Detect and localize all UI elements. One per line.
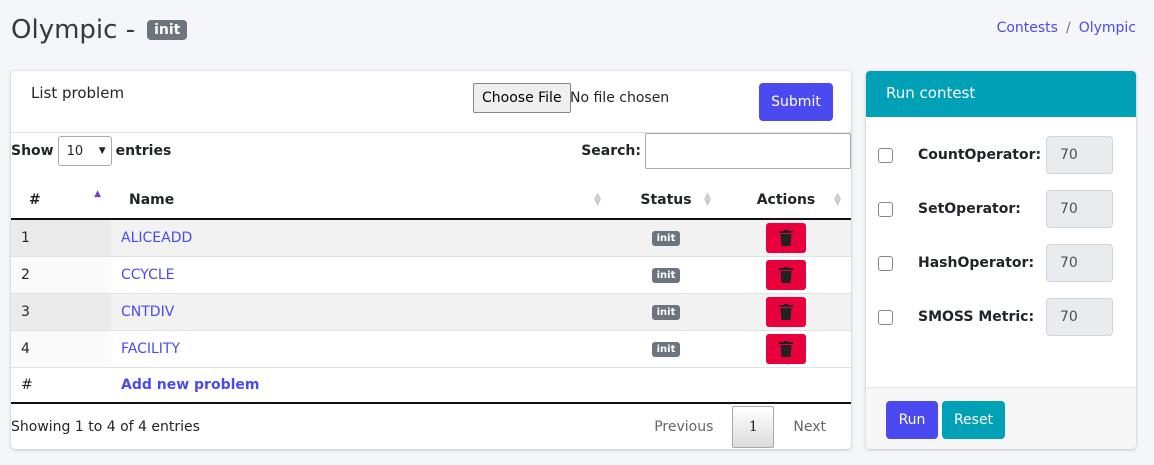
row-num: 1	[11, 219, 111, 257]
run-contest-title: Run contest	[866, 71, 1136, 117]
next-button[interactable]: Next	[774, 406, 845, 448]
entries-length-control: Show 10 ▼ entries	[11, 136, 171, 166]
problem-link[interactable]: CCYCLE	[121, 267, 175, 283]
breadcrumb: Contests / Olympic	[997, 20, 1136, 36]
entries-select-value: 10	[66, 143, 84, 159]
trash-icon	[779, 303, 793, 320]
breadcrumb-separator: /	[1065, 20, 1071, 36]
col-header-actions-label: Actions	[756, 191, 816, 208]
hash-operator-value[interactable]: 70	[1046, 244, 1113, 282]
set-operator-value[interactable]: 70	[1046, 190, 1113, 228]
list-problem-card: List problem Choose File No file chosen …	[11, 71, 851, 449]
col-header-num[interactable]: # ▲	[11, 181, 111, 220]
problem-link[interactable]: FACILITY	[121, 341, 180, 357]
col-header-name[interactable]: Name ▲ ▼	[111, 181, 611, 220]
list-card-title: List problem	[31, 84, 125, 102]
set-operator-label: SetOperator:	[918, 201, 1021, 217]
row-num: 3	[11, 293, 111, 331]
delete-button[interactable]	[766, 296, 806, 327]
count-operator-checkbox[interactable]	[878, 147, 893, 163]
run-option-hash-operator: HashOperator: 70	[878, 244, 1128, 282]
delete-button[interactable]	[766, 259, 806, 290]
count-operator-value[interactable]: 70	[1046, 136, 1113, 174]
hash-operator-checkbox[interactable]	[878, 255, 893, 271]
pagination: Previous 1 Next	[635, 406, 845, 448]
table-row: 1 ALICEADD init	[11, 219, 851, 257]
caret-down-icon: ▼	[98, 146, 106, 156]
sort-both-icon: ▲ ▼	[834, 191, 841, 208]
run-option-smoss-metric: SMOSS Metric: 70	[878, 298, 1128, 336]
col-header-name-label: Name	[129, 191, 175, 208]
col-header-status-label: Status	[640, 191, 692, 208]
table-row: 2 CCYCLE init	[11, 256, 851, 294]
set-operator-checkbox[interactable]	[878, 201, 893, 217]
page-title: Olympic - init	[11, 15, 188, 45]
col-header-actions[interactable]: Actions ▲ ▼	[721, 181, 851, 220]
table-row: 3 CNTDIV init	[11, 293, 851, 331]
run-button[interactable]: Run	[886, 401, 938, 439]
showing-info: Showing 1 to 4 of 4 entries	[11, 419, 200, 435]
search-input[interactable]	[645, 133, 851, 169]
trash-icon	[779, 340, 793, 357]
submit-button[interactable]: Submit	[759, 83, 833, 121]
breadcrumb-contests[interactable]: Contests	[997, 20, 1058, 36]
page-title-text: Olympic -	[11, 15, 136, 45]
trash-icon	[779, 229, 793, 246]
run-contest-card: Run contest CountOperator: 70 SetOperato…	[866, 71, 1136, 449]
smoss-metric-label: SMOSS Metric:	[918, 309, 1035, 325]
run-contest-footer: Run Reset	[866, 387, 1136, 449]
page-1-button[interactable]: 1	[732, 406, 775, 448]
col-header-status[interactable]: Status ▲ ▼	[611, 181, 721, 220]
sort-asc-icon: ▲	[94, 189, 101, 199]
sort-both-icon: ▲ ▼	[594, 191, 601, 208]
sort-both-icon: ▲ ▼	[704, 191, 711, 208]
previous-button[interactable]: Previous	[635, 406, 732, 448]
entries-label: entries	[115, 143, 172, 159]
row-num: 4	[11, 330, 111, 368]
status-badge: init	[651, 231, 681, 247]
problem-table: # ▲ Name ▲ ▼ Status ▲ ▼ Actions ▲ ▼ 1 AL…	[11, 181, 851, 404]
status-badge: init	[147, 20, 188, 40]
run-option-count-operator: CountOperator: 70	[878, 136, 1128, 174]
status-badge: init	[651, 305, 681, 320]
add-new-problem-link[interactable]: Add new problem	[121, 377, 259, 393]
problem-link[interactable]: ALICEADD	[121, 230, 192, 246]
search-label: Search:	[581, 143, 641, 159]
delete-button[interactable]	[766, 333, 806, 364]
breadcrumb-olympic[interactable]: Olympic	[1079, 20, 1136, 36]
list-card-header: List problem Choose File No file chosen …	[11, 71, 851, 133]
delete-button[interactable]	[766, 222, 806, 253]
choose-file-button[interactable]: Choose File	[473, 83, 571, 113]
entries-select[interactable]: 10 ▼	[57, 136, 112, 166]
run-option-set-operator: SetOperator: 70	[878, 190, 1128, 228]
status-badge: init	[651, 342, 681, 357]
search-control: Search:	[581, 133, 851, 169]
count-operator-label: CountOperator:	[918, 147, 1042, 163]
row-num: 2	[11, 256, 111, 294]
add-problem-row: # Add new problem	[11, 367, 851, 404]
problem-link[interactable]: CNTDIV	[121, 304, 174, 320]
table-row: 4 FACILITY init	[11, 330, 851, 368]
add-row-num: #	[11, 367, 111, 404]
smoss-metric-checkbox[interactable]	[878, 309, 893, 325]
reset-button[interactable]: Reset	[942, 401, 1005, 439]
table-header-row: # ▲ Name ▲ ▼ Status ▲ ▼ Actions ▲ ▼	[11, 181, 851, 220]
trash-icon	[779, 266, 793, 283]
show-label: Show	[11, 143, 54, 159]
col-header-num-label: #	[29, 191, 41, 208]
status-badge: init	[651, 268, 681, 283]
file-status-text: No file chosen	[570, 90, 670, 106]
hash-operator-label: HashOperator:	[918, 255, 1035, 271]
smoss-metric-value[interactable]: 70	[1046, 298, 1113, 336]
